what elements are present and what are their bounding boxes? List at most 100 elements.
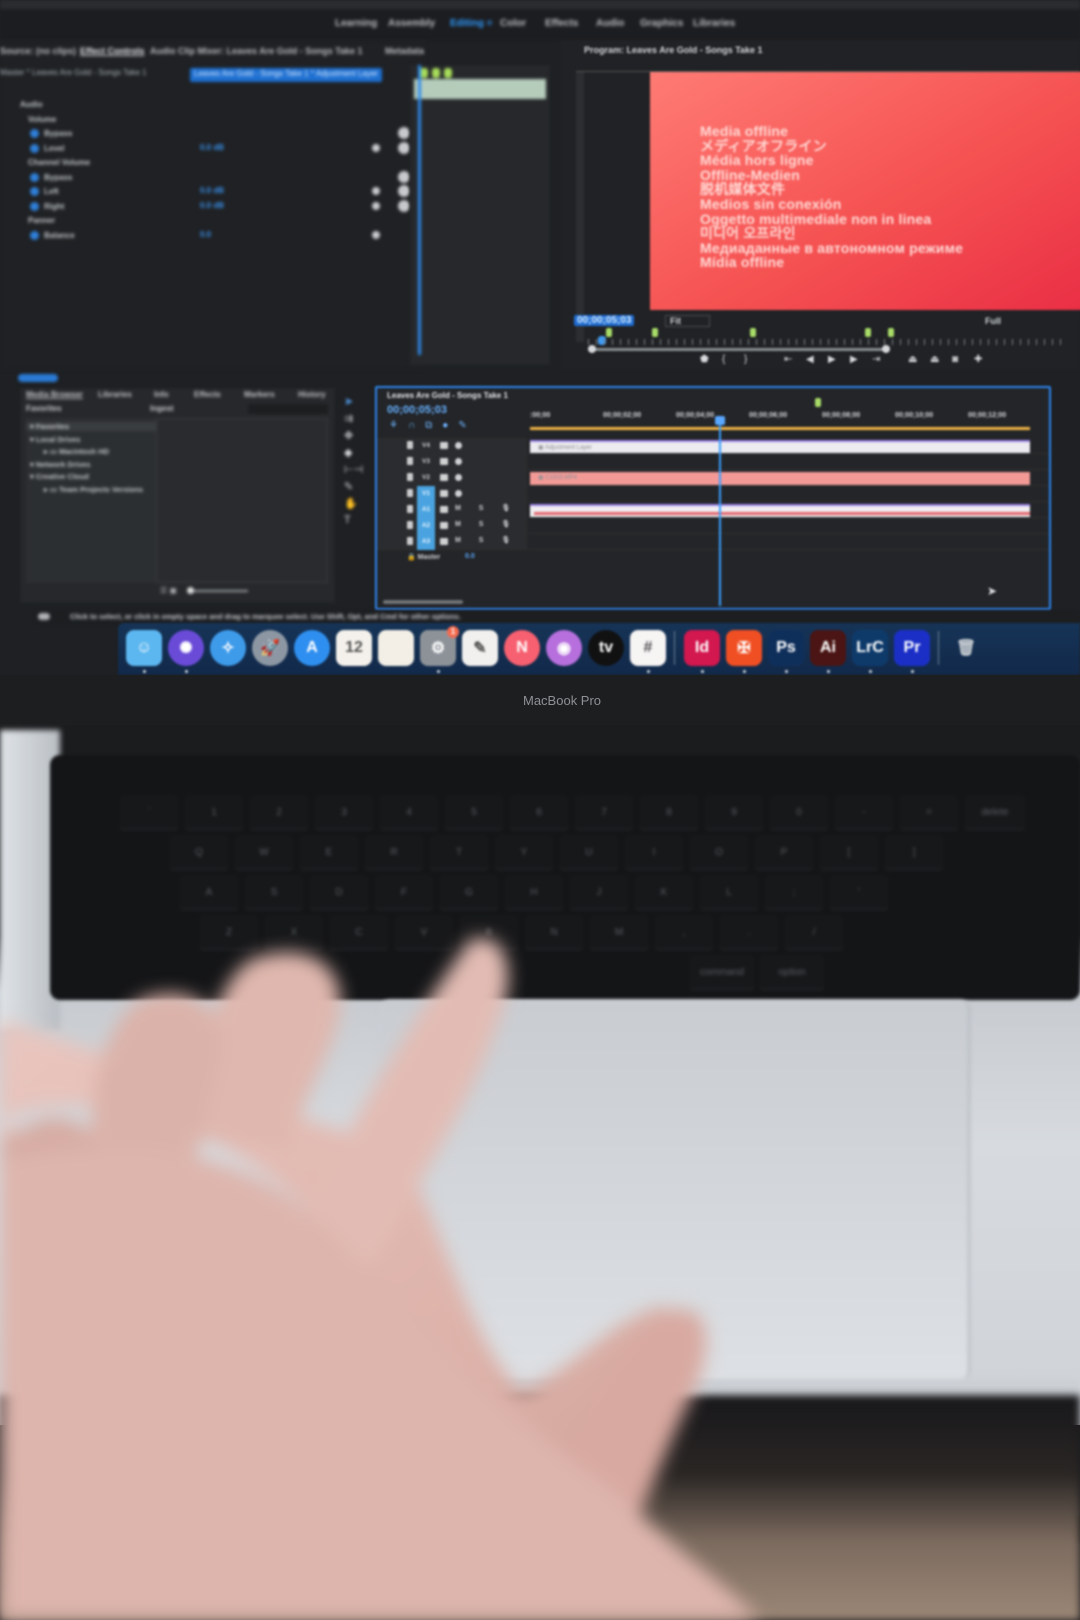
source-panel-tab[interactable]: Metadata xyxy=(385,46,424,56)
media-tree-item[interactable]: ▾ Network Drives xyxy=(30,460,90,469)
workspace-tab-color[interactable]: Color xyxy=(500,18,526,29)
in-point-handle[interactable] xyxy=(588,345,596,353)
source-panel-tab[interactable]: Source: (no clips) xyxy=(0,46,76,56)
stopwatch-icon[interactable] xyxy=(30,129,39,138)
effect-property-row[interactable]: Panner xyxy=(0,214,420,228)
key-][interactable]: ] xyxy=(885,835,943,869)
source-panel-tab[interactable]: Audio Clip Mixer: Leaves Are Gold - Song… xyxy=(150,46,363,56)
media-tree-item[interactable]: ▸ ▭ Team Projects Versions xyxy=(44,485,143,494)
key-x[interactable]: X xyxy=(265,915,323,949)
time-ruler[interactable]: :00;00 00;00;02;00 00;00;04;00 00;00;06;00 0… xyxy=(530,412,1040,426)
marker[interactable] xyxy=(888,328,894,337)
stopwatch-icon[interactable] xyxy=(30,230,39,240)
in-out-range[interactable] xyxy=(588,348,886,351)
track-select-tool-icon[interactable]: ⇉ xyxy=(344,412,353,425)
key-0[interactable]: 0 xyxy=(770,795,828,829)
media-browser-tab[interactable]: Media Browser xyxy=(26,390,83,399)
key-delete[interactable]: delete xyxy=(965,795,1025,829)
go-to-out-icon[interactable]: ⇥ xyxy=(872,354,880,365)
key-i[interactable]: I xyxy=(625,835,683,869)
keyframe-navigator-icon[interactable] xyxy=(365,187,387,196)
dock-app-podcasts[interactable]: ◉ xyxy=(546,630,582,666)
dock-app-app-store[interactable]: A xyxy=(294,630,330,666)
sync-lock-icon[interactable] xyxy=(440,490,448,497)
sync-lock-icon[interactable] xyxy=(440,458,448,465)
program-monitor-title[interactable]: Program: Leaves Are Gold - Songs Take 1 xyxy=(584,45,763,55)
lift-icon[interactable]: ⏏ xyxy=(908,354,917,365)
media-tree-item[interactable]: ▾ Creative Cloud xyxy=(30,472,89,481)
effect-property-row[interactable]: Channel Volume xyxy=(0,156,420,170)
dock-app-photoshop[interactable]: Ps xyxy=(768,630,804,666)
property-value[interactable]: 0.0 dB xyxy=(200,186,224,195)
sync-lock-icon[interactable] xyxy=(440,538,448,545)
workspace-tab-libraries[interactable]: Libraries xyxy=(693,18,735,29)
dock-app-launchpad[interactable]: 🚀 xyxy=(252,630,288,666)
track-target-toggle[interactable]: A3 xyxy=(417,534,435,550)
dock-app-premiere-pro[interactable]: Pr xyxy=(894,630,930,666)
effect-property-row[interactable]: Balance 0.0 xyxy=(0,229,420,243)
track-target-toggle[interactable]: V2 xyxy=(417,470,435,486)
key-v[interactable]: V xyxy=(395,915,453,949)
key-7[interactable]: 7 xyxy=(575,795,633,829)
lock-icon[interactable] xyxy=(407,441,413,449)
effect-property-row[interactable]: Level 0.0 dB xyxy=(0,141,420,156)
key-g[interactable]: G xyxy=(440,875,498,909)
marker[interactable] xyxy=(750,328,756,337)
out-point-handle[interactable] xyxy=(881,345,890,353)
track-target-toggle[interactable]: V3 xyxy=(417,454,435,470)
key-p[interactable]: P xyxy=(755,835,813,869)
keyframe-navigator-icon[interactable] xyxy=(365,143,387,153)
key-r[interactable]: R xyxy=(365,835,423,869)
effect-clip-bar[interactable] xyxy=(414,79,546,99)
work-area-bar[interactable] xyxy=(530,427,1030,430)
play-icon[interactable]: ▶ xyxy=(828,354,836,365)
lock-icon[interactable] xyxy=(407,521,413,529)
media-browser-content[interactable] xyxy=(156,418,328,583)
key-5[interactable]: 5 xyxy=(445,795,503,829)
sequence-tab[interactable]: Leaves Are Gold - Songs Take 1 xyxy=(387,391,508,400)
lock-icon[interactable] xyxy=(407,537,413,545)
key--[interactable]: - xyxy=(835,795,893,829)
export-frame-icon[interactable]: ◙ xyxy=(952,354,958,365)
keyframe-navigator-icon[interactable] xyxy=(365,230,387,240)
track-target-toggle[interactable]: V1 xyxy=(417,486,435,502)
property-value[interactable]: 0.0 dB xyxy=(200,143,224,152)
key-9[interactable]: 9 xyxy=(705,795,763,829)
workspace-tab-learning[interactable]: Learning xyxy=(335,18,377,29)
keyframe-navigator-icon[interactable] xyxy=(365,201,387,211)
key-y[interactable]: Y xyxy=(495,835,553,869)
dock-app-slack[interactable]: # xyxy=(630,630,666,666)
trackpad[interactable] xyxy=(380,1000,970,1380)
thumbnail-size-slider[interactable] xyxy=(187,587,248,594)
key-f[interactable]: F xyxy=(375,875,433,909)
eye-icon[interactable] xyxy=(455,458,462,465)
stopwatch-icon[interactable] xyxy=(30,143,39,153)
sync-lock-icon[interactable] xyxy=(440,522,448,529)
sync-lock-icon[interactable] xyxy=(440,506,448,513)
effect-playhead[interactable] xyxy=(418,65,421,355)
reset-parameter-icon[interactable] xyxy=(398,170,410,183)
program-scrub-bar[interactable] xyxy=(588,339,1068,353)
lock-icon[interactable] xyxy=(407,473,413,481)
media-browser-tab[interactable]: Libraries xyxy=(98,390,132,399)
dock-app-notes[interactable] xyxy=(378,630,414,666)
track-target-toggle[interactable]: V4 xyxy=(417,438,435,454)
timeline-clip[interactable]: ▣ Adjustment Layer xyxy=(530,440,1030,453)
program-video-frame[interactable]: Media offline メディアオフライン Média hors ligne Of… xyxy=(650,72,1080,310)
key-b[interactable]: B xyxy=(460,915,518,949)
media-browser-tab[interactable]: Info xyxy=(154,390,169,399)
workspace-tab-effects[interactable]: Effects xyxy=(545,18,578,29)
key-o[interactable]: O xyxy=(690,835,748,869)
dock-app-script-editor[interactable]: ✎ xyxy=(462,630,498,666)
timeline-scrollbar[interactable] xyxy=(383,600,463,604)
timeline-timecode[interactable]: 00;00;05;03 xyxy=(387,404,447,416)
workspace-tab-audio[interactable]: Audio xyxy=(596,18,624,29)
add-marker-icon[interactable]: ⬟ xyxy=(700,354,709,365)
workspace-tab-editing[interactable]: Editing ≡ xyxy=(450,18,493,29)
step-back-icon[interactable]: ◀ xyxy=(806,354,814,365)
key-t[interactable]: T xyxy=(430,835,488,869)
slip-tool-icon[interactable]: ⊢⊣ xyxy=(344,463,363,476)
eye-icon[interactable] xyxy=(455,490,462,497)
track-target-toggle[interactable]: A2 xyxy=(417,518,435,534)
source-panel-tab[interactable]: Effect Controls xyxy=(80,46,145,56)
